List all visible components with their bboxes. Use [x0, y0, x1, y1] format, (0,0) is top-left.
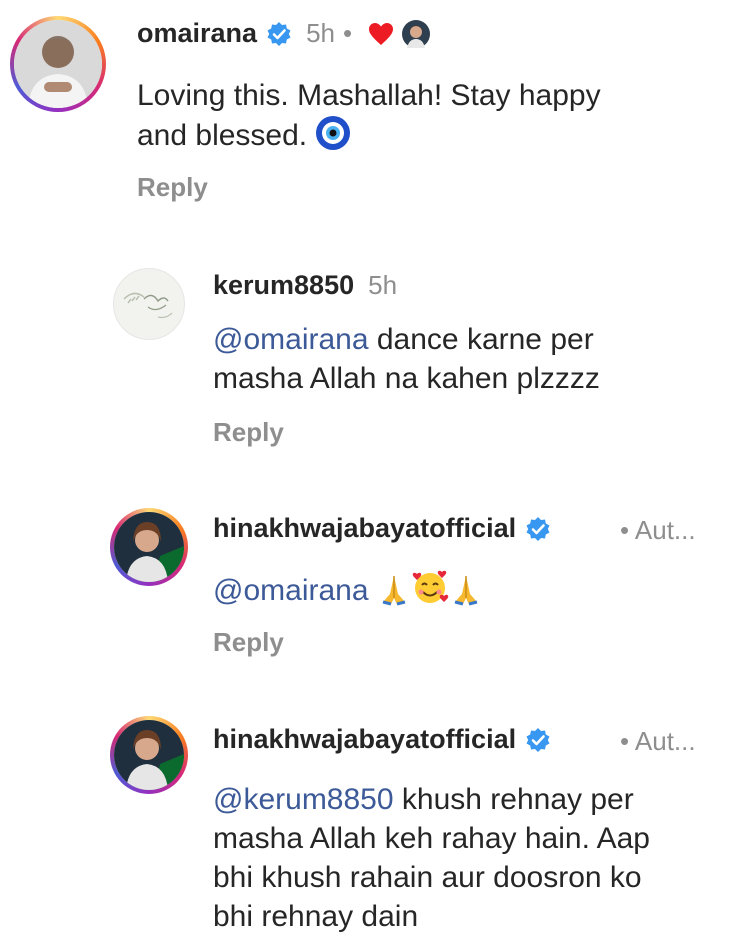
reply-button[interactable]: Reply [213, 627, 284, 658]
nazar-amulet-icon [316, 116, 351, 150]
verified-badge-icon [526, 516, 550, 541]
reply-button[interactable]: Reply [213, 417, 284, 448]
reply-button[interactable]: Reply [137, 172, 208, 203]
comment-username[interactable]: omairana [137, 18, 257, 49]
folded-hands-icon [382, 576, 406, 606]
avatar[interactable] [110, 716, 188, 794]
comment-username[interactable]: hinakhwajabayatofficial [213, 724, 516, 755]
author-liked-avatar-icon [402, 19, 431, 48]
mention-link[interactable]: @kerum8850 [213, 783, 394, 816]
comment-text: Loving this. Mashallah! Stay happy and b… [137, 79, 601, 152]
calligraphy-avatar-icon [123, 292, 173, 319]
verified-badge-icon [267, 21, 291, 46]
heart-icon[interactable] [368, 22, 394, 46]
comment-time: 5h [306, 18, 335, 48]
comment-text: @omairana dance karne per masha Allah na… [213, 323, 600, 395]
comment-text: @omairana [213, 568, 713, 610]
comment-username[interactable]: hinakhwajabayatofficial [213, 513, 516, 544]
avatar[interactable] [10, 16, 106, 112]
verified-badge-icon [526, 727, 550, 752]
profile-photo-icon [114, 720, 184, 790]
author-tag: • Aut... [620, 726, 696, 756]
separator-dot: • [342, 18, 353, 48]
author-tag: • Aut... [620, 515, 696, 545]
comment-text: @kerum8850 khush rehnay per masha Allah … [213, 783, 650, 933]
smiling-face-with-hearts-icon [412, 570, 449, 603]
avatar[interactable] [113, 268, 185, 340]
mention-link[interactable]: @omairana [213, 574, 369, 607]
comment-time: 5h [368, 270, 398, 300]
profile-photo-icon [114, 512, 184, 582]
avatar[interactable] [110, 508, 188, 586]
folded-hands-icon [454, 576, 478, 606]
mention-link[interactable]: @omairana [213, 323, 369, 356]
comment-username[interactable]: kerum8850 [213, 270, 354, 301]
profile-photo-icon [14, 20, 102, 108]
